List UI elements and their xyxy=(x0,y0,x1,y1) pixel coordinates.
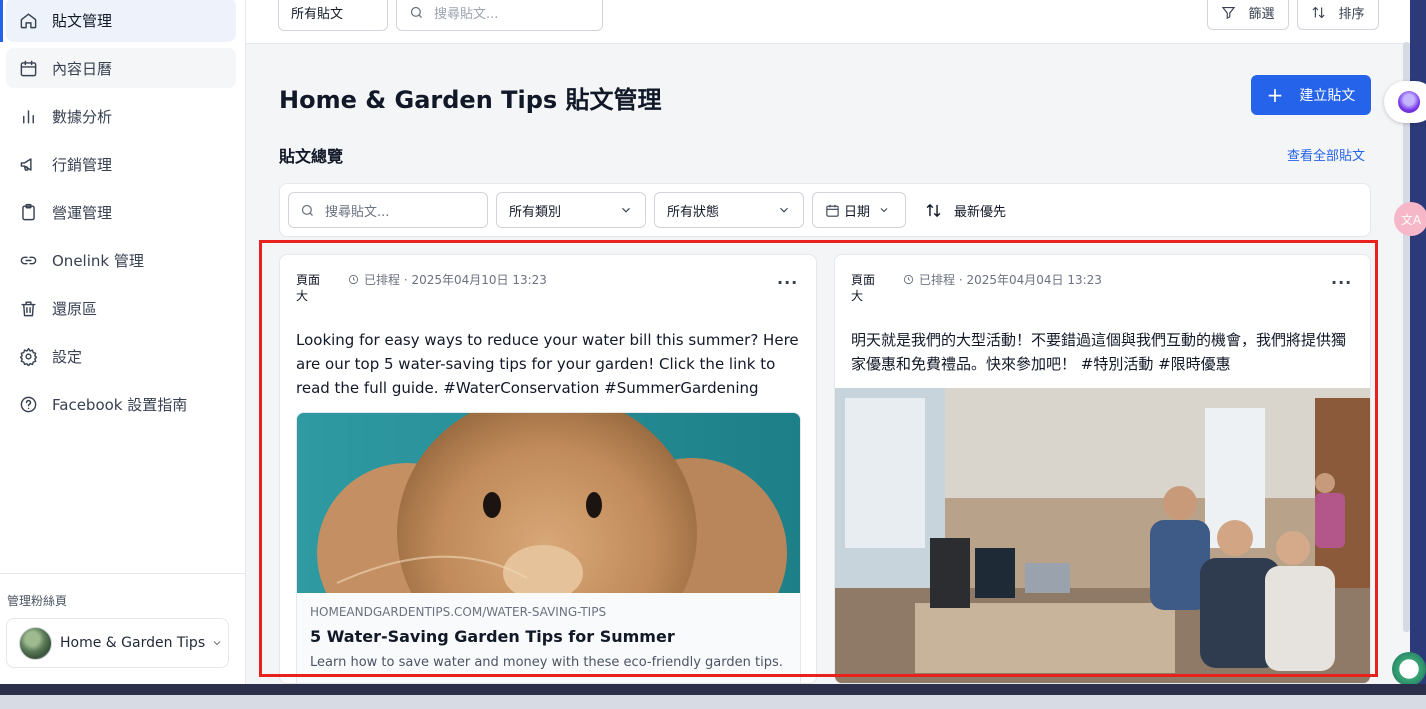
post-type-select[interactable]: 所有貼文 xyxy=(278,0,388,31)
section-title: 貼文總覽 xyxy=(279,147,344,166)
sidebar-item-trash[interactable]: 還原區 xyxy=(6,288,236,328)
sort-order-button[interactable]: 最新優先 xyxy=(925,192,1006,228)
post-search-input[interactable]: 搜尋貼文... xyxy=(288,192,488,228)
chevron-down-icon xyxy=(622,207,630,213)
category-select-value: 所有類別 xyxy=(509,204,562,220)
page-title: Home & Garden Tips 貼文管理 xyxy=(279,86,662,114)
sidebar-item-label: 貼文管理 xyxy=(52,11,113,30)
sidebar-item-label: 內容日曆 xyxy=(52,59,113,78)
calendar-icon xyxy=(826,204,839,217)
status-select-value: 所有狀態 xyxy=(667,204,720,220)
sidebar-item-onelink[interactable]: Onelink 管理 xyxy=(6,240,236,280)
date-filter-button[interactable]: 日期 xyxy=(812,192,906,228)
help-circle-icon xyxy=(18,394,38,414)
extension-icon[interactable] xyxy=(1392,652,1426,686)
highlight-frame xyxy=(259,240,1378,677)
status-select[interactable]: 所有狀態 xyxy=(654,192,804,228)
sidebar: 貼文管理 內容日曆 數據分析 行銷管理 營運管理 Onelink 管理 還原區 … xyxy=(0,0,246,684)
filter-button-label: 篩選 xyxy=(1248,6,1275,22)
create-post-button[interactable]: + 建立貼文 xyxy=(1251,75,1371,115)
create-post-label: 建立貼文 xyxy=(1299,88,1356,104)
filter-icon xyxy=(1222,6,1236,19)
top-toolbar: 所有貼文 搜尋貼文... 篩選 排序 xyxy=(246,0,1410,44)
top-search-input[interactable]: 搜尋貼文... xyxy=(396,0,603,31)
sidebar-item-marketing[interactable]: 行銷管理 xyxy=(6,144,236,184)
fanpage-name: Home & Garden Tips xyxy=(60,635,206,651)
view-all-posts-link[interactable]: 查看全部貼文 xyxy=(1287,145,1365,164)
assistant-orb-button[interactable] xyxy=(1384,81,1426,123)
post-search-placeholder: 搜尋貼文... xyxy=(325,204,390,220)
sort-button-label: 排序 xyxy=(1338,6,1365,22)
chevron-down-icon xyxy=(780,207,788,213)
sidebar-item-operations[interactable]: 營運管理 xyxy=(6,192,236,232)
sidebar-item-label: 還原區 xyxy=(52,299,98,318)
clipboard-icon xyxy=(18,202,38,222)
gear-icon xyxy=(18,346,38,366)
filter-button[interactable]: 篩選 xyxy=(1207,0,1289,30)
page-avatar xyxy=(19,626,52,660)
manage-fanpage-label: 管理粉絲頁 xyxy=(7,594,68,608)
taskbar-lower xyxy=(0,695,1426,709)
megaphone-icon xyxy=(18,154,38,174)
trash-icon xyxy=(18,298,38,318)
translate-icon: 文A xyxy=(1400,212,1422,227)
sort-button[interactable]: 排序 xyxy=(1297,0,1379,30)
sidebar-item-settings[interactable]: 設定 xyxy=(6,336,236,376)
post-filter-bar: 搜尋貼文... 所有類別 所有狀態 日期 最新優先 xyxy=(279,183,1371,237)
sort-arrows-icon xyxy=(926,203,941,217)
sidebar-item-analytics[interactable]: 數據分析 xyxy=(6,96,236,136)
home-icon xyxy=(18,10,38,30)
translate-button[interactable]: 文A xyxy=(1394,202,1426,236)
plus-icon: + xyxy=(1266,83,1284,107)
chevron-down-icon xyxy=(880,208,888,213)
scrollbar[interactable] xyxy=(1403,42,1410,632)
sidebar-item-calendar[interactable]: 內容日曆 xyxy=(6,48,236,88)
chevron-down-icon xyxy=(213,641,221,646)
top-search-placeholder: 搜尋貼文... xyxy=(434,7,499,22)
sidebar-item-label: 數據分析 xyxy=(52,107,113,126)
sidebar-divider xyxy=(0,573,246,574)
sort-order-label: 最新優先 xyxy=(954,204,1007,220)
sidebar-item-label: Onelink 管理 xyxy=(52,251,144,270)
category-select[interactable]: 所有類別 xyxy=(496,192,646,228)
link-icon xyxy=(18,250,38,270)
sidebar-item-posts[interactable]: 貼文管理 xyxy=(0,0,236,42)
assistant-icon xyxy=(1398,91,1420,113)
search-icon xyxy=(301,204,313,216)
fanpage-selector[interactable]: Home & Garden Tips xyxy=(6,618,229,668)
date-filter-label: 日期 xyxy=(844,204,871,220)
sidebar-item-label: 設定 xyxy=(52,347,83,366)
sidebar-item-label: 行銷管理 xyxy=(52,155,113,174)
search-icon xyxy=(410,6,422,18)
sort-arrows-icon xyxy=(1312,6,1326,18)
calendar-icon xyxy=(18,58,38,78)
sidebar-item-label: 營運管理 xyxy=(52,203,113,222)
bar-chart-icon xyxy=(18,106,38,126)
sidebar-item-label: Facebook 設置指南 xyxy=(52,395,188,414)
sidebar-item-facebook-guide[interactable]: Facebook 設置指南 xyxy=(6,384,236,424)
